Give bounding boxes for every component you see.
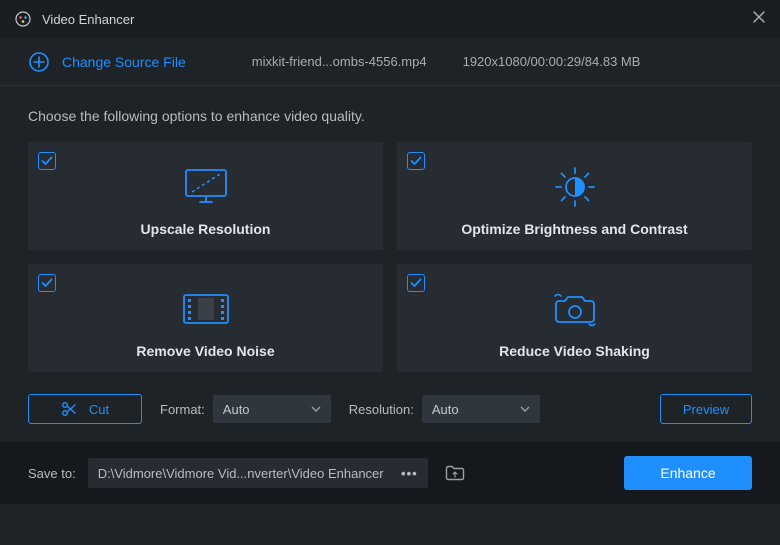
saveto-label: Save to: [28, 466, 76, 481]
checkbox-noise[interactable] [38, 274, 56, 292]
enhance-button[interactable]: Enhance [624, 456, 752, 490]
cut-label: Cut [89, 402, 109, 417]
format-label: Format: [160, 402, 205, 417]
check-icon [41, 156, 53, 166]
check-icon [410, 156, 422, 166]
option-reduce-shaking[interactable]: Reduce Video Shaking [397, 264, 752, 372]
format-value: Auto [223, 402, 250, 417]
format-group: Format: Auto [160, 395, 331, 423]
option-remove-noise[interactable]: Remove Video Noise [28, 264, 383, 372]
instruction-text: Choose the following options to enhance … [0, 86, 780, 142]
format-select[interactable]: Auto [213, 395, 331, 423]
source-row: Change Source File mixkit-friend...ombs-… [0, 38, 780, 86]
remove-noise-icon [180, 285, 232, 333]
option-label: Reduce Video Shaking [499, 343, 650, 359]
option-label: Optimize Brightness and Contrast [461, 221, 687, 237]
window-title: Video Enhancer [42, 12, 752, 27]
change-source-button[interactable]: Change Source File [28, 51, 186, 73]
upscale-resolution-icon [180, 163, 232, 211]
reduce-shaking-icon [549, 285, 601, 333]
plus-circle-icon [28, 51, 50, 73]
check-icon [41, 278, 53, 288]
save-path-text: D:\Vidmore\Vidmore Vid...nverter\Video E… [98, 466, 384, 481]
resolution-label: Resolution: [349, 402, 414, 417]
option-upscale-resolution[interactable]: Upscale Resolution [28, 142, 383, 250]
options-grid: Upscale Resolution [0, 142, 780, 372]
save-path-box: D:\Vidmore\Vidmore Vid...nverter\Video E… [88, 458, 428, 488]
checkbox-upscale[interactable] [38, 152, 56, 170]
folder-icon [445, 465, 465, 481]
source-filename: mixkit-friend...ombs-4556.mp4 [252, 54, 427, 69]
option-label: Upscale Resolution [141, 221, 271, 237]
chevron-down-icon [311, 406, 321, 412]
preview-button[interactable]: Preview [660, 394, 752, 424]
title-bar: Video Enhancer [0, 0, 780, 38]
scissors-icon [61, 401, 77, 417]
brightness-contrast-icon [552, 163, 598, 211]
cut-button[interactable]: Cut [28, 394, 142, 424]
option-label: Remove Video Noise [136, 343, 274, 359]
chevron-down-icon [520, 406, 530, 412]
change-source-label: Change Source File [62, 54, 186, 70]
resolution-group: Resolution: Auto [349, 395, 540, 423]
footer: Save to: D:\Vidmore\Vidmore Vid...nverte… [0, 442, 780, 504]
resolution-select[interactable]: Auto [422, 395, 540, 423]
option-brightness-contrast[interactable]: Optimize Brightness and Contrast [397, 142, 752, 250]
app-logo-icon [14, 10, 32, 28]
browse-path-button[interactable]: ••• [401, 466, 418, 481]
close-button[interactable] [752, 10, 766, 29]
source-meta: 1920x1080/00:00:29/84.83 MB [463, 54, 641, 69]
open-folder-button[interactable] [440, 458, 470, 488]
checkbox-brightness[interactable] [407, 152, 425, 170]
resolution-value: Auto [432, 402, 459, 417]
close-icon [752, 10, 766, 24]
checkbox-shaking[interactable] [407, 274, 425, 292]
check-icon [410, 278, 422, 288]
controls-row: Cut Format: Auto Resolution: Auto Previe… [0, 372, 780, 442]
